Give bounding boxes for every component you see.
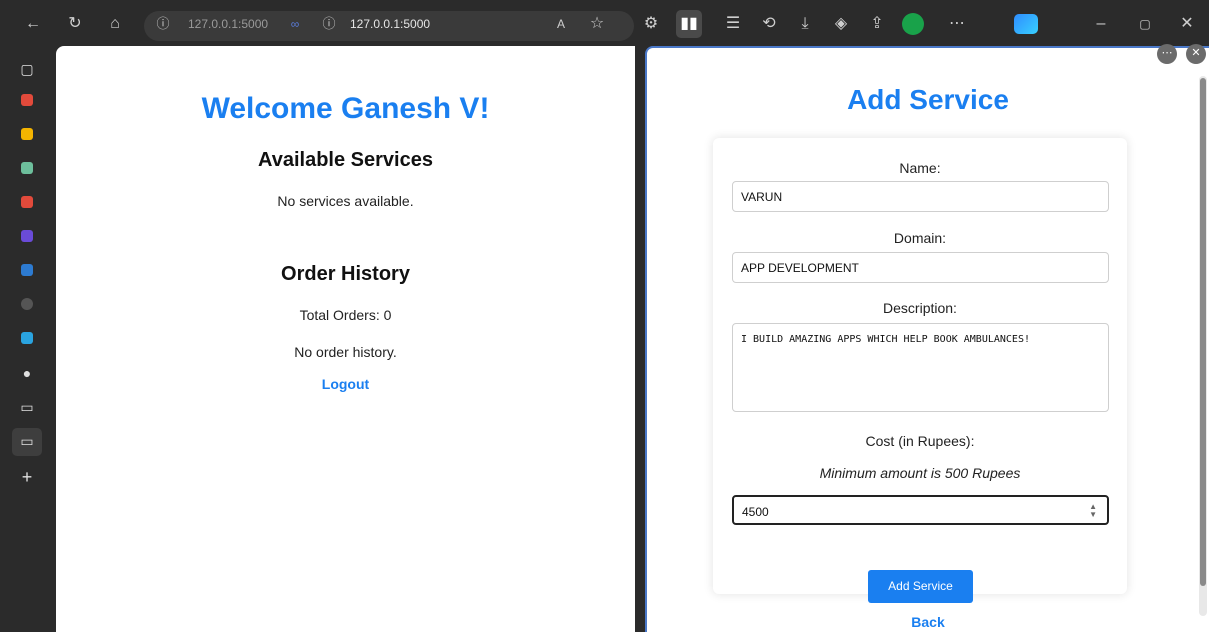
minimum-amount-note: Minimum amount is 500 Rupees bbox=[819, 465, 1021, 481]
cost-label: Cost (in Rupees): bbox=[865, 433, 975, 449]
add-icon[interactable]: + bbox=[16, 468, 38, 486]
description-field[interactable]: I BUILD AMAZING APPS WHICH HELP BOOK AMB… bbox=[732, 323, 1109, 412]
name-label: Name: bbox=[899, 160, 941, 176]
shield-icon[interactable]: ◈ bbox=[830, 14, 852, 34]
split-link-icon[interactable]: ∞ bbox=[284, 14, 306, 34]
scrollbar-thumb[interactable] bbox=[1200, 78, 1206, 586]
add-service-button[interactable]: Add Service bbox=[868, 570, 973, 603]
browser-toolbar: ← ↻ ⌂ ⓘ 127.0.0.1:5000 ∞ ⓘ 127.0.0.1:500… bbox=[0, 0, 1209, 48]
info-icon[interactable]: ⓘ bbox=[152, 14, 174, 34]
favorite-icon[interactable]: ☆ bbox=[586, 14, 608, 34]
order-history-heading: Order History bbox=[281, 263, 410, 285]
chatgpt-icon[interactable] bbox=[21, 162, 33, 174]
minimize-icon[interactable]: – bbox=[1090, 14, 1112, 34]
back-icon[interactable]: ← bbox=[22, 14, 44, 34]
split-screen-icon: ▮▮ bbox=[680, 15, 698, 32]
cost-value: 4500 bbox=[742, 505, 769, 519]
extensions-icon[interactable]: ⚙ bbox=[640, 14, 662, 34]
url-right[interactable]: 127.0.0.1:5000 bbox=[350, 17, 430, 31]
description-label: Description: bbox=[883, 300, 957, 316]
cost-field[interactable]: 4500 ▲ ▼ bbox=[732, 495, 1109, 525]
scrollbar[interactable] bbox=[1199, 76, 1207, 616]
no-services-text: No services available. bbox=[277, 193, 414, 209]
download-icon[interactable]: ⤓ bbox=[794, 14, 816, 34]
page-icon[interactable]: ▭ bbox=[16, 398, 38, 416]
split-divider[interactable] bbox=[635, 46, 645, 632]
outlook-icon[interactable] bbox=[21, 264, 33, 276]
app-icon[interactable] bbox=[21, 332, 33, 344]
github-icon[interactable]: ● bbox=[16, 364, 38, 382]
refresh-icon[interactable]: ↻ bbox=[64, 14, 86, 34]
right-pane: Add Service Name: VARUN Domain: APP DEVE… bbox=[645, 46, 1209, 632]
gmail-icon-2[interactable] bbox=[21, 196, 33, 208]
welcome-heading: Welcome Ganesh V! bbox=[201, 92, 490, 125]
info-icon-right[interactable]: ⓘ bbox=[318, 14, 340, 34]
pane-close-icon[interactable]: ✕ bbox=[1186, 44, 1206, 64]
total-orders-text: Total Orders: 0 bbox=[299, 307, 392, 323]
share-icon[interactable]: ⇪ bbox=[866, 14, 888, 34]
add-service-title: Add Service bbox=[847, 84, 1009, 115]
domain-label: Domain: bbox=[893, 230, 947, 246]
forms-icon[interactable] bbox=[21, 230, 33, 242]
url-left[interactable]: 127.0.0.1:5000 bbox=[188, 17, 268, 31]
available-services-heading: Available Services bbox=[258, 149, 433, 171]
copilot-icon[interactable] bbox=[1014, 14, 1038, 34]
restore-icon[interactable]: ▢ bbox=[1134, 14, 1156, 34]
history-icon[interactable]: ⟲ bbox=[758, 14, 780, 34]
gmail-icon[interactable] bbox=[21, 94, 33, 106]
name-field[interactable]: VARUN bbox=[732, 181, 1109, 212]
more-icon[interactable]: ⋯ bbox=[946, 14, 968, 34]
close-icon[interactable]: ✕ bbox=[1176, 14, 1198, 34]
drive-icon[interactable] bbox=[21, 128, 33, 140]
back-link[interactable]: Back bbox=[647, 614, 1209, 630]
dot-icon[interactable] bbox=[21, 298, 33, 310]
home-icon[interactable]: ⌂ bbox=[104, 14, 126, 34]
number-spinner-icon[interactable]: ▲ ▼ bbox=[1089, 503, 1097, 519]
tab-actions-icon[interactable]: ▢ bbox=[16, 60, 38, 78]
left-pane: Welcome Ganesh V! Available Services No … bbox=[56, 46, 635, 632]
domain-field[interactable]: APP DEVELOPMENT bbox=[732, 252, 1109, 283]
grammarly-icon[interactable] bbox=[902, 13, 924, 35]
pane-more-icon[interactable]: ⋯ bbox=[1157, 44, 1177, 64]
no-history-text: No order history. bbox=[294, 344, 397, 360]
logout-link[interactable]: Logout bbox=[56, 376, 635, 392]
favorites-list-icon[interactable]: ☰ bbox=[722, 14, 744, 34]
browser-sidebar: ▢ ● ▭ ▭ + bbox=[0, 48, 52, 632]
add-service-form: Name: VARUN Domain: APP DEVELOPMENT Desc… bbox=[713, 138, 1127, 603]
page-icon-active: ▭ bbox=[20, 433, 34, 449]
read-aloud-icon[interactable]: A bbox=[550, 14, 572, 34]
